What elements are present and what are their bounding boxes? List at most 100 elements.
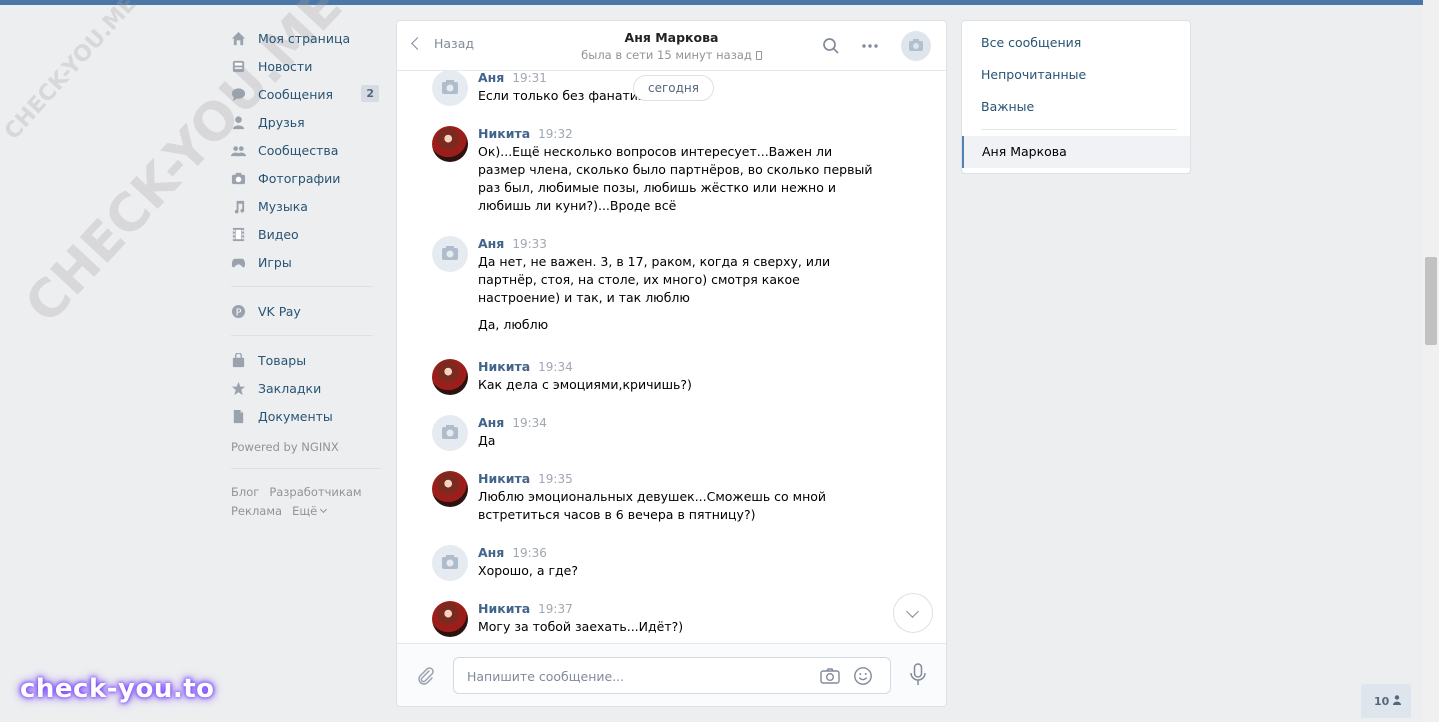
chat-panel: Назад Аня Маркова была в сети 15 минут н… <box>396 20 947 707</box>
nav-label: Товары <box>258 352 307 368</box>
message-meta: Никита 19:34 <box>478 359 573 374</box>
nav-item-groups[interactable]: Сообщества <box>231 136 381 164</box>
filter-divider <box>981 129 1177 130</box>
message-time[interactable]: 19:34 <box>512 416 547 430</box>
nav-label: Новости <box>258 58 313 74</box>
avatar[interactable] <box>432 71 468 106</box>
date-separator: сегодня <box>633 75 714 101</box>
avatar[interactable] <box>432 359 468 395</box>
message-text: Люблю эмоциональных девушек...Сможешь со… <box>478 489 827 522</box>
back-button[interactable]: Назад <box>411 36 474 51</box>
message-author[interactable]: Аня <box>478 415 504 430</box>
footer-links: Блог Разработчикам Реклама Ещё <box>231 483 381 521</box>
message-time[interactable]: 19:32 <box>538 127 573 141</box>
messages-count-badge: 2 <box>361 85 379 102</box>
friends-icon <box>231 115 246 130</box>
message-text: Как дела с эмоциями,кричишь?) <box>478 377 692 392</box>
online-count: 10 <box>1374 695 1390 708</box>
nav-item-games[interactable]: Игры <box>231 248 381 276</box>
message-author[interactable]: Аня <box>478 545 504 560</box>
home-icon <box>231 31 246 46</box>
filter-unread[interactable]: Непрочитанные <box>981 67 1086 82</box>
chat-avatar[interactable] <box>901 31 931 61</box>
nav-item-my-page[interactable]: Моя страница <box>231 24 381 52</box>
scroll-to-bottom-button[interactable] <box>893 593 933 633</box>
nav-item-video[interactable]: Видео <box>231 220 381 248</box>
more-options-icon[interactable] <box>860 37 880 55</box>
message-input-box <box>453 657 891 694</box>
nav-item-documents[interactable]: Документы <box>231 402 381 430</box>
filter-all-messages[interactable]: Все сообщения <box>981 35 1081 50</box>
message-time[interactable]: 19:37 <box>538 602 573 616</box>
nav-label: Игры <box>258 254 292 270</box>
avatar[interactable] <box>432 236 468 272</box>
camera-icon <box>231 171 246 186</box>
message-text: Могу за тобой заехать...Идёт?) <box>478 619 684 634</box>
avatar[interactable] <box>432 601 468 637</box>
nav-item-goods[interactable]: Товары <box>231 346 381 374</box>
message-time[interactable]: 19:36 <box>512 546 547 560</box>
nav-item-vkpay[interactable]: P VK Pay <box>231 297 381 325</box>
nav-label: Документы <box>258 408 333 424</box>
nav-label: Сообщения <box>258 86 334 102</box>
watermark-small: CHECK-YOU.ME <box>0 0 142 145</box>
nav-label: Сообщества <box>258 142 339 158</box>
emoji-icon[interactable] <box>853 666 873 686</box>
message-time[interactable]: 19:33 <box>512 237 547 251</box>
message-meta: Никита 19:37 <box>478 601 573 616</box>
nav-item-news[interactable]: Новости <box>231 52 381 80</box>
message-history: сегодня Аня 19:31 Если только без фанатиз… <box>397 71 946 643</box>
document-icon <box>231 409 246 424</box>
music-icon <box>231 199 246 214</box>
microphone-icon[interactable] <box>908 662 928 688</box>
page-scrollbar-track[interactable] <box>1423 0 1439 722</box>
nav-label: Музыка <box>258 198 308 214</box>
vkpay-icon: P <box>231 304 246 319</box>
footer-divider <box>231 468 381 469</box>
message-author[interactable]: Никита <box>478 359 530 374</box>
footer-link-blog[interactable]: Блог <box>231 485 259 499</box>
footer-link-more[interactable]: Ещё <box>292 504 328 518</box>
news-icon <box>231 59 246 74</box>
footer-link-ads[interactable]: Реклама <box>231 504 282 518</box>
message-meta: Никита 19:32 <box>478 126 573 141</box>
message-author[interactable]: Аня <box>478 236 504 251</box>
message-meta: Аня 19:31 <box>478 71 547 85</box>
online-friends-button[interactable]: 10 <box>1361 684 1411 718</box>
nav-label: Друзья <box>258 114 305 130</box>
avatar[interactable] <box>432 415 468 451</box>
message-meta: Аня 19:33 <box>478 236 547 251</box>
avatar[interactable] <box>432 471 468 507</box>
nav-item-photos[interactable]: Фотографии <box>231 164 381 192</box>
nav-item-music[interactable]: Музыка <box>231 192 381 220</box>
message-time[interactable]: 19:34 <box>538 360 573 374</box>
nav-item-bookmarks[interactable]: Закладки <box>231 374 381 402</box>
message-input[interactable] <box>467 667 807 685</box>
nav-item-messages[interactable]: Сообщения 2 <box>231 80 381 108</box>
watermark-bottom: check-you.to <box>20 674 215 704</box>
avatar[interactable] <box>432 545 468 581</box>
message-time[interactable]: 19:31 <box>512 71 547 85</box>
attachment-icon[interactable] <box>416 666 436 686</box>
footer-link-developers[interactable]: Разработчикам <box>269 485 361 499</box>
message-meta: Аня 19:34 <box>478 415 547 430</box>
page-scrollbar-thumb[interactable] <box>1425 257 1437 345</box>
message-time[interactable]: 19:35 <box>538 472 573 486</box>
person-icon <box>1393 695 1401 705</box>
avatar[interactable] <box>432 126 468 162</box>
powered-by: Powered by NGINX <box>231 440 339 454</box>
message-author[interactable]: Никита <box>478 471 530 486</box>
message-author[interactable]: Никита <box>478 601 530 616</box>
nav-label: VK Pay <box>258 303 301 319</box>
message-text: Да нет, не важен. 3, в 17, раком, когда … <box>478 254 831 305</box>
message-author[interactable]: Никита <box>478 126 530 141</box>
bag-icon <box>231 352 246 368</box>
message-author[interactable]: Аня <box>478 71 504 85</box>
search-icon[interactable] <box>822 37 840 55</box>
camera-icon[interactable] <box>820 667 840 685</box>
active-dialog-item[interactable]: Аня Маркова <box>962 136 1190 168</box>
mobile-icon <box>755 51 762 60</box>
nav-item-friends[interactable]: Друзья <box>231 108 381 136</box>
filter-important[interactable]: Важные <box>981 99 1034 114</box>
chevron-left-icon <box>411 37 424 50</box>
